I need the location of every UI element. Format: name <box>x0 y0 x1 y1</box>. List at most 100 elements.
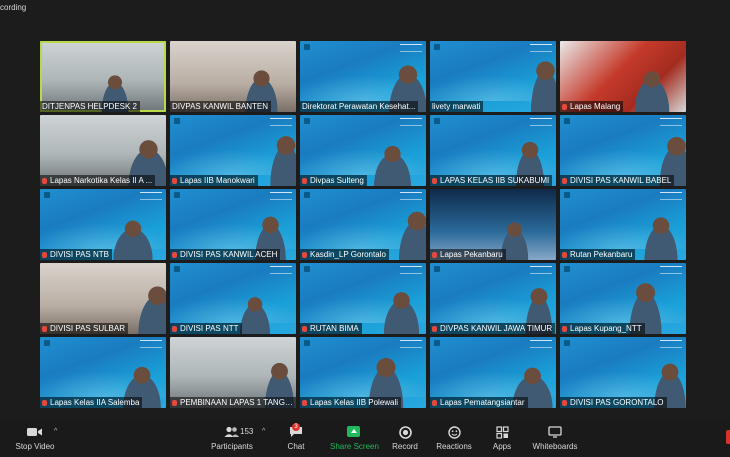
participant-video-tile[interactable]: DIVISI PAS NTB <box>40 189 166 260</box>
whiteboards-button[interactable]: Whiteboards <box>532 426 578 451</box>
participant-video-tile[interactable]: DIVISI PAS SULBAR <box>40 263 166 334</box>
participant-name-label: Lapas Kupang_NTT <box>560 323 645 334</box>
background-header-text <box>400 118 422 126</box>
participant-silhouette <box>394 210 426 260</box>
participant-name: DIVISI PAS NTT <box>180 324 239 333</box>
participant-name-label: Kasdin_LP Gorontalo <box>300 249 389 260</box>
participant-video-tile[interactable]: DIVISI PAS NTT <box>170 263 296 334</box>
participant-video-tile[interactable]: Lapas Narkotika Kelas II A ... <box>40 115 166 186</box>
muted-mic-icon <box>562 252 567 258</box>
muted-mic-icon <box>432 400 437 406</box>
participant-name-label: Lapas Malang <box>560 101 624 112</box>
participant-video-tile[interactable]: LAPAS KELAS IIB SUKABUMI <box>430 115 556 186</box>
participant-silhouette <box>379 291 424 334</box>
participant-video-tile[interactable]: Lapas Kelas IIB Polewali <box>300 337 426 408</box>
participant-video-tile[interactable]: Kasdin_LP Gorontalo <box>300 189 426 260</box>
participant-name-label: RUTAN BIMA <box>300 323 362 334</box>
background-header-text <box>530 44 552 52</box>
record-button[interactable]: Record <box>390 426 420 451</box>
muted-mic-icon <box>432 178 437 184</box>
participant-video-tile[interactable]: DIVISI PAS KANWIL ACEH <box>170 189 296 260</box>
participant-name: Direktorat Perawatan Kesehat... <box>302 102 416 111</box>
muted-mic-icon <box>302 326 307 332</box>
muted-mic-icon <box>302 178 307 184</box>
muted-mic-icon <box>42 326 47 332</box>
participant-video-tile[interactable]: Lapas Kelas IIA Salemba <box>40 337 166 408</box>
participant-video-tile[interactable]: Rutan Pekanbaru <box>560 189 686 260</box>
muted-mic-icon <box>562 326 567 332</box>
background-logo <box>304 44 310 50</box>
background-header-text <box>530 340 552 348</box>
participant-video-tile[interactable]: Lapas Malang <box>560 41 686 112</box>
background-logo <box>304 192 310 198</box>
background-logo <box>174 118 180 124</box>
reactions-label: Reactions <box>436 442 472 451</box>
participant-video-tile[interactable]: PEMBINAAN LAPAS 1 TANGE... <box>170 337 296 408</box>
participant-name-label: DIVISI PAS SULBAR <box>40 323 128 334</box>
participant-name-label: Lapas Kelas IIB Polewali <box>300 397 402 408</box>
background-logo <box>564 118 570 124</box>
background-header-text <box>400 266 422 274</box>
participant-name-label: Direktorat Perawatan Kesehat... <box>300 101 419 112</box>
participant-name: DIVPAS KANWIL JAWA TIMUR <box>440 324 553 333</box>
participant-video-tile[interactable]: livety marwati <box>430 41 556 112</box>
participant-video-tile[interactable]: Divpas Sulteng <box>300 115 426 186</box>
participant-name: Rutan Pekanbaru <box>570 250 633 259</box>
participant-video-tile[interactable]: DIVISI PAS GORONTALO <box>560 337 686 408</box>
people-icon <box>224 426 239 437</box>
meeting-toolbar: Stop Video ^ 153 Participants ^ 3 Chat S… <box>0 420 730 457</box>
end-meeting-button-edge[interactable] <box>726 430 730 444</box>
apps-button[interactable]: Apps <box>489 426 515 451</box>
background-logo <box>564 266 570 272</box>
record-icon <box>398 426 412 439</box>
participant-video-tile[interactable]: Lapas Pekanbaru <box>430 189 556 260</box>
background-header-text <box>530 118 552 126</box>
participants-button[interactable]: 153 Participants <box>204 426 260 451</box>
share-screen-button[interactable]: Share Screen <box>330 426 379 451</box>
background-header-text <box>400 44 422 52</box>
emoji-icon <box>447 426 461 439</box>
participant-name-label: Lapas Kelas IIA Salemba <box>40 397 143 408</box>
reactions-button[interactable]: Reactions <box>436 426 472 451</box>
muted-mic-icon <box>302 252 307 258</box>
background-logo <box>564 340 570 346</box>
participant-name: Lapas Malang <box>570 102 621 111</box>
participant-name-label: PEMBINAAN LAPAS 1 TANGE... <box>170 397 296 408</box>
stop-video-button[interactable]: Stop Video <box>14 426 56 451</box>
background-header-text <box>140 340 162 348</box>
participant-video-tile[interactable]: Lapas Pematangsiantar <box>430 337 556 408</box>
participant-name-label: DIVISI PAS KANWIL BABEL <box>560 175 675 186</box>
participant-video-tile[interactable]: RUTAN BIMA <box>300 263 426 334</box>
background-logo <box>304 340 310 346</box>
participant-name-label: Lapas Pematangsiantar <box>430 397 528 408</box>
participant-video-tile[interactable]: Direktorat Perawatan Kesehat... <box>300 41 426 112</box>
participants-options-chevron-icon[interactable]: ^ <box>262 428 265 435</box>
muted-mic-icon <box>562 178 567 184</box>
apps-label: Apps <box>492 442 512 451</box>
participant-silhouette <box>236 296 274 334</box>
muted-mic-icon <box>42 400 47 406</box>
chat-unread-badge: 3 <box>292 423 300 431</box>
participant-video-tile[interactable]: DIVPAS KANWIL BANTEN <box>170 41 296 112</box>
participants-count: 153 <box>240 427 254 436</box>
recording-indicator: cording <box>0 3 27 12</box>
muted-mic-icon <box>42 178 47 184</box>
video-options-chevron-icon[interactable]: ^ <box>54 428 57 435</box>
share-screen-label: Share Screen <box>330 442 379 451</box>
chat-button[interactable]: 3 Chat <box>281 423 311 451</box>
muted-mic-icon <box>432 252 437 258</box>
participant-video-tile[interactable]: Lapas IIB Manokwari <box>170 115 296 186</box>
participant-video-tile[interactable]: DIVPAS KANWIL JAWA TIMUR <box>430 263 556 334</box>
participant-silhouette <box>640 216 682 260</box>
participant-name: Lapas Kelas IIA Salemba <box>50 398 140 407</box>
participant-video-tile[interactable]: Lapas Kupang_NTT <box>560 263 686 334</box>
stop-video-label: Stop Video <box>15 442 55 451</box>
participant-video-tile[interactable]: DITJENPAS HELPDESK 2 <box>40 41 166 112</box>
background-header-text <box>660 118 682 126</box>
participant-name-label: DIVISI PAS NTT <box>170 323 242 334</box>
participant-name-label: Lapas Pekanbaru <box>430 249 506 260</box>
participant-video-tile[interactable]: DIVISI PAS KANWIL BABEL <box>560 115 686 186</box>
background-logo <box>434 266 440 272</box>
background-header-text <box>270 118 292 126</box>
participant-name: Lapas IIB Manokwari <box>180 176 255 185</box>
